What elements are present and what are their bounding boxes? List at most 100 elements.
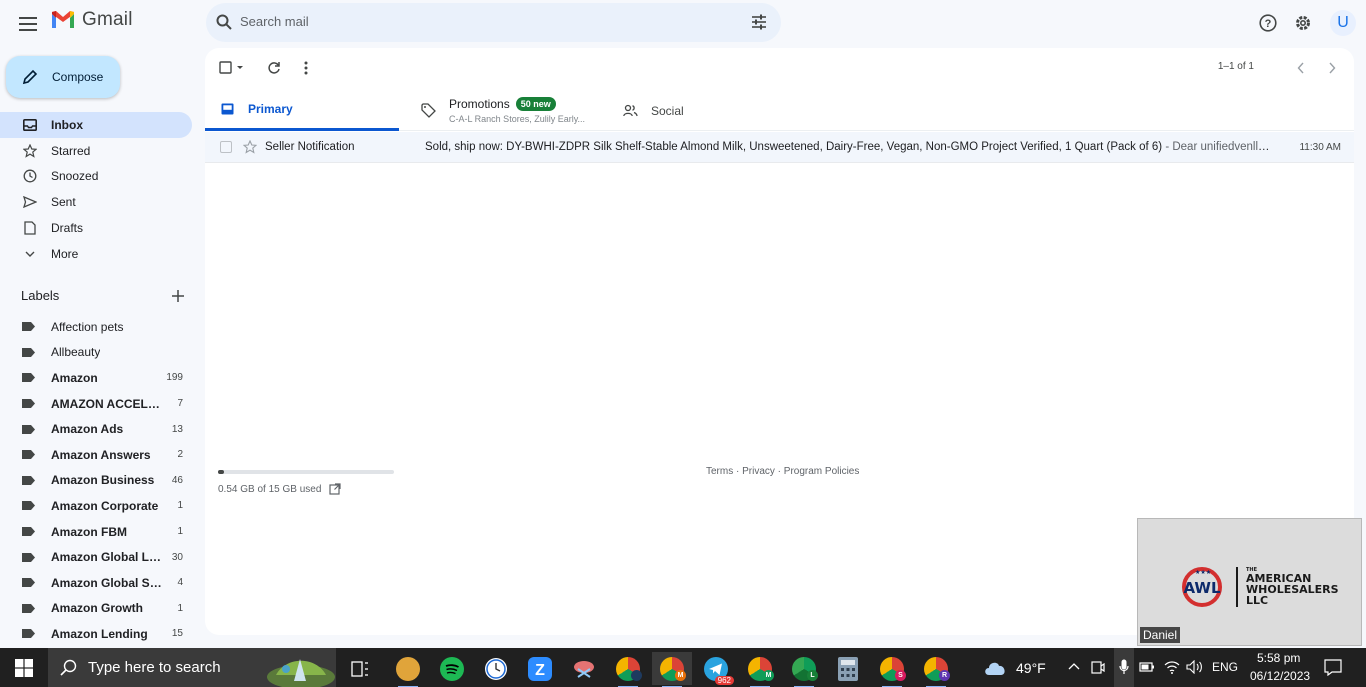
label-count: 13 (171, 423, 183, 435)
label-item[interactable]: Amazon Global Sell... 4 (0, 570, 200, 596)
taskbar-app-chrome-6[interactable]: R (916, 652, 956, 687)
compose-button[interactable]: Compose (6, 56, 120, 98)
label-item[interactable]: Amazon Answers 2 (0, 442, 200, 468)
label-count: 30 (171, 551, 183, 563)
nav-item-drafts[interactable]: Drafts (0, 215, 200, 241)
battery-icon[interactable] (1139, 661, 1155, 673)
label-item[interactable]: Amazon Growth 1 (0, 596, 200, 622)
volume-icon[interactable] (1186, 660, 1204, 674)
labels-heading: Labels (21, 288, 60, 303)
star-icon (22, 143, 38, 159)
clock-date[interactable]: 06/12/2023 (1250, 669, 1310, 683)
email-row[interactable]: Seller Notification Sold, ship now: DY-B… (205, 132, 1354, 163)
older-button[interactable] (1292, 59, 1310, 77)
star-icon[interactable] (243, 140, 257, 154)
start-button[interactable] (12, 648, 36, 687)
external-link-icon[interactable] (329, 483, 342, 495)
more-actions-button[interactable] (297, 59, 315, 77)
label-icon (22, 501, 35, 511)
tab-promotions[interactable]: Promotions 50 new C-A-L Ranch Stores, Zu… (420, 90, 585, 131)
label-item[interactable]: Amazon Corporate 1 (0, 493, 200, 519)
taskbar-search-input[interactable]: Type here to search (88, 659, 221, 676)
search-bar[interactable]: Search mail (206, 3, 781, 42)
label-name: Amazon FBM (51, 524, 127, 539)
taskbar-app-calculator[interactable] (828, 652, 868, 685)
label-name: Amazon Global Sell... (51, 575, 166, 590)
label-item[interactable]: Amazon 199 (0, 365, 200, 391)
company-logo: AWL ★★★ THE AMERICAN WHOLESALERS LLC (1180, 565, 1339, 609)
taskbar-search[interactable]: Type here to search (48, 648, 336, 687)
cloud-icon[interactable] (983, 659, 1009, 677)
clock-time[interactable]: 5:58 pm (1257, 651, 1300, 665)
taskbar-app-telegram[interactable]: 962 (696, 652, 736, 685)
draft-icon (22, 220, 38, 236)
awl-logo-icon: AWL ★★★ (1182, 567, 1222, 607)
taskbar-app-chrome-3[interactable]: M (740, 652, 780, 687)
label-item[interactable]: Allbeauty (0, 340, 200, 366)
camera-icon[interactable] (1091, 660, 1105, 675)
row-checkbox[interactable] (220, 141, 232, 153)
tag-icon (420, 103, 436, 119)
support-button[interactable]: ? (1257, 12, 1279, 34)
gmail-logo[interactable]: Gmail (50, 9, 133, 31)
windows-icon (15, 658, 33, 677)
label-name: Amazon Business (51, 473, 155, 488)
microphone-indicator[interactable] (1114, 648, 1134, 687)
vertical-dots-icon (304, 61, 308, 75)
settings-button[interactable] (1292, 12, 1314, 34)
label-item[interactable]: Affection pets (0, 314, 200, 340)
label-item[interactable]: AMAZON ACCELER... 7 (0, 391, 200, 417)
tab-primary[interactable]: Primary (205, 90, 399, 131)
nav-item-sent[interactable]: Sent (0, 189, 200, 215)
taskbar-app-clock[interactable] (476, 652, 516, 685)
label-icon (22, 603, 35, 613)
label-icon (22, 399, 35, 409)
newer-button[interactable] (1323, 59, 1341, 77)
taskbar-app-chrome-2[interactable]: M (652, 652, 692, 687)
nav-item-snoozed[interactable]: Snoozed (0, 164, 200, 190)
nav-label: Starred (51, 143, 91, 158)
tab-label: Social (651, 103, 684, 118)
weather-temp[interactable]: 49°F (1016, 660, 1046, 676)
create-label-button[interactable] (170, 288, 186, 304)
taskbar-app-chrome-5[interactable]: S (872, 652, 912, 687)
label-item[interactable]: Amazon Business 46 (0, 468, 200, 494)
label-item[interactable]: Amazon FBM 1 (0, 519, 200, 545)
taskbar-app-game[interactable] (388, 652, 428, 687)
new-count-badge: 50 new (515, 97, 556, 111)
label-item[interactable]: Amazon Lending 15 (0, 621, 200, 647)
task-view-button[interactable] (340, 652, 380, 685)
taskbar-app-chrome-4[interactable]: L (784, 652, 824, 687)
refresh-button[interactable] (265, 59, 283, 77)
label-count: 1 (177, 602, 183, 614)
plus-icon (172, 290, 184, 302)
search-options-icon[interactable] (751, 14, 767, 30)
taskbar-app-spotify[interactable] (432, 652, 472, 685)
taskbar-app-snipping[interactable] (564, 652, 604, 685)
label-item[interactable]: Amazon Global Lo... 30 (0, 544, 200, 570)
chevron-up-icon[interactable] (1068, 662, 1080, 670)
main-menu-button[interactable] (14, 10, 42, 38)
taskbar-app-chrome-1[interactable] (608, 652, 648, 687)
nav-item-starred[interactable]: Starred (0, 138, 200, 164)
label-item[interactable]: Amazon Ads 13 (0, 416, 200, 442)
label-icon (22, 578, 35, 588)
select-all-checkbox[interactable] (219, 59, 245, 77)
input-language[interactable]: ENG (1212, 660, 1238, 674)
label-icon (22, 527, 35, 537)
footer-links[interactable]: Terms · Privacy · Program Policies (706, 466, 859, 477)
storage-usage: 0.54 GB of 15 GB used (218, 483, 342, 495)
search-icon[interactable] (216, 14, 232, 30)
nav-label: Inbox (51, 117, 83, 132)
spotify-icon (440, 656, 464, 681)
snipping-tool-icon (574, 660, 594, 678)
tab-social[interactable]: Social (622, 90, 684, 131)
account-avatar[interactable]: U (1330, 10, 1356, 36)
nav-item-inbox[interactable]: Inbox (0, 112, 192, 138)
taskbar-app-zoom[interactable]: Z (520, 652, 560, 685)
video-call-tile[interactable]: AWL ★★★ THE AMERICAN WHOLESALERS LLC Dan… (1137, 518, 1362, 646)
search-input[interactable]: Search mail (240, 14, 309, 29)
notification-icon[interactable] (1324, 659, 1342, 676)
wifi-icon[interactable] (1164, 660, 1180, 674)
nav-item-more[interactable]: More (0, 241, 200, 267)
